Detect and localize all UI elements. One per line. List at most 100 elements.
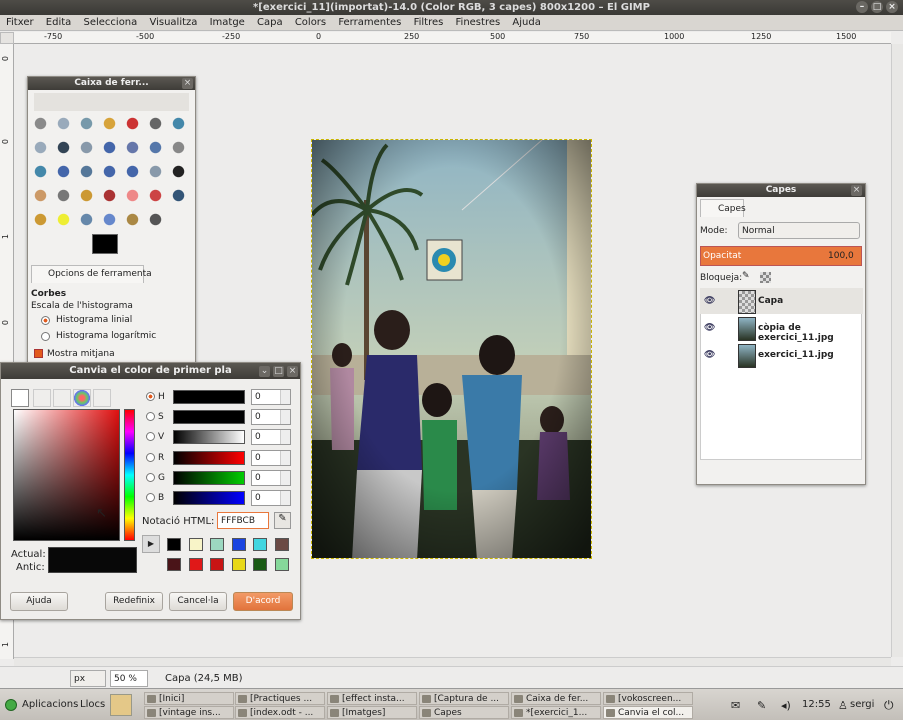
clone-icon[interactable] [32, 211, 49, 228]
tab-tool-options[interactable]: Opcions de ferramenta [31, 265, 152, 283]
power-icon[interactable]: ⏻ [884, 698, 894, 713]
smudge-icon[interactable] [124, 211, 141, 228]
paths-icon[interactable] [32, 139, 49, 156]
history-swatch[interactable] [274, 558, 289, 571]
radio-log-histogram[interactable] [41, 332, 50, 341]
history-swatch[interactable] [253, 558, 267, 571]
desktop-icon[interactable] [110, 694, 132, 716]
cancel-button[interactable]: Cancel·la [169, 592, 227, 611]
horizontal-ruler[interactable]: -750 -500 -250 0 250 500 750 1000 1250 1… [14, 32, 891, 44]
slider-h[interactable] [173, 390, 245, 404]
history-swatch[interactable] [274, 538, 289, 551]
menu-edita[interactable]: Edita [46, 17, 72, 28]
ubuntu-logo-icon[interactable] [5, 699, 17, 711]
history-swatch[interactable] [167, 558, 181, 571]
history-swatch[interactable] [167, 538, 181, 551]
radio-channel-b[interactable] [146, 493, 155, 502]
paintbrush-icon[interactable] [101, 187, 118, 204]
ellipse-select-icon[interactable] [55, 115, 72, 132]
close-icon[interactable]: × [851, 185, 862, 196]
radio-linear-histogram[interactable] [41, 316, 50, 325]
zoom-input[interactable]: 50 % [110, 670, 148, 687]
dodge-icon[interactable] [147, 211, 164, 228]
menu-selecciona[interactable]: Selecciona [83, 17, 137, 28]
perspective-icon[interactable] [101, 163, 118, 180]
watercolor-selector-tab[interactable] [33, 389, 51, 407]
taskbar-task[interactable]: Caixa de fer... [511, 692, 601, 705]
fuzzy-select-icon[interactable] [101, 115, 118, 132]
image-photo[interactable] [311, 139, 592, 559]
spin-v[interactable]: 0 [251, 429, 291, 445]
add-to-history-button[interactable]: ▶ [142, 535, 160, 553]
radio-channel-g[interactable] [146, 473, 155, 482]
layer-row[interactable]: 👁 Capa [700, 288, 863, 314]
eye-icon[interactable]: 👁 [704, 296, 715, 306]
taskbar-task[interactable]: [Captura de ... [419, 692, 509, 705]
alpha-lock-icon[interactable] [760, 272, 771, 283]
shear-icon[interactable] [78, 163, 95, 180]
lasso-icon[interactable] [78, 115, 95, 132]
eye-icon[interactable]: 👁 [704, 350, 715, 360]
eraser-icon[interactable] [124, 187, 141, 204]
menu-filtres[interactable]: Filtres [414, 17, 444, 28]
move-icon[interactable] [124, 139, 141, 156]
hue-strip[interactable] [124, 409, 135, 541]
heal-icon[interactable] [55, 211, 72, 228]
blur-icon[interactable] [101, 211, 118, 228]
close-icon[interactable]: × [287, 366, 298, 377]
taskbar-task[interactable]: Canvia el col... [603, 706, 693, 719]
slider-r[interactable] [173, 451, 245, 465]
spin-g[interactable]: 0 [251, 470, 291, 486]
menu-ajuda[interactable]: Ajuda [512, 17, 540, 28]
crop-icon[interactable] [170, 139, 187, 156]
history-swatch[interactable] [231, 538, 246, 551]
slider-s[interactable] [173, 410, 245, 424]
gimp-selector-tab[interactable] [11, 389, 29, 407]
cmyk-selector-tab[interactable] [53, 389, 71, 407]
taskbar-task[interactable]: [Practiques ... [235, 692, 325, 705]
html-notation-input[interactable]: FFFBCB [217, 512, 269, 529]
pencil-icon[interactable] [78, 187, 95, 204]
mail-icon[interactable]: ✉ [731, 699, 740, 712]
wheel-selector-tab[interactable] [73, 389, 91, 407]
ink-icon[interactable] [170, 187, 187, 204]
mode-select[interactable]: Normal [738, 222, 860, 239]
tab-layers[interactable]: Capes [700, 199, 746, 217]
clock[interactable]: 12:55 [802, 699, 831, 710]
history-swatch[interactable] [231, 558, 246, 571]
layer-row[interactable]: 👁 exercici_11.jpg [700, 342, 863, 368]
radio-channel-h[interactable] [146, 392, 155, 401]
taskbar-task[interactable]: Capes [419, 706, 509, 719]
volume-icon[interactable]: ◂) [781, 699, 791, 712]
taskbar-task[interactable]: [index.odt - ... [235, 706, 325, 719]
unit-select[interactable]: px [70, 670, 106, 687]
text-icon[interactable] [170, 163, 187, 180]
color-picker-icon[interactable] [55, 139, 72, 156]
menu-colors[interactable]: Colors [295, 17, 326, 28]
perspective-clone-icon[interactable] [78, 211, 95, 228]
reset-button[interactable]: Redefinix [105, 592, 163, 611]
taskbar-task[interactable]: [Inici] [144, 692, 234, 705]
color-select-icon[interactable] [124, 115, 141, 132]
radio-channel-s[interactable] [146, 412, 155, 421]
maximize-icon[interactable]: □ [273, 366, 284, 377]
measure-icon[interactable] [101, 139, 118, 156]
history-swatch[interactable] [210, 538, 224, 551]
chevron-down-icon[interactable]: ⌄ [259, 366, 270, 377]
show-average-checkbox[interactable] [34, 349, 43, 358]
menu-imatge[interactable]: Imatge [210, 17, 245, 28]
close-icon[interactable]: × [886, 1, 898, 13]
rect-select-icon[interactable] [32, 115, 49, 132]
history-swatch[interactable] [188, 558, 203, 571]
menu-ferramentes[interactable]: Ferramentes [338, 17, 401, 28]
bucket-fill-icon[interactable] [32, 187, 49, 204]
vertical-scrollbar[interactable] [891, 44, 903, 657]
slider-b[interactable] [173, 491, 245, 505]
slider-g[interactable] [173, 471, 245, 485]
minimize-icon[interactable]: – [856, 1, 868, 13]
taskbar-task[interactable]: *[exercici_1... [511, 706, 601, 719]
opacity-slider[interactable]: Opacitat 100,0 [700, 246, 862, 266]
maximize-icon[interactable]: □ [871, 1, 883, 13]
zoom-icon[interactable] [78, 139, 95, 156]
radio-channel-v[interactable] [146, 432, 155, 441]
